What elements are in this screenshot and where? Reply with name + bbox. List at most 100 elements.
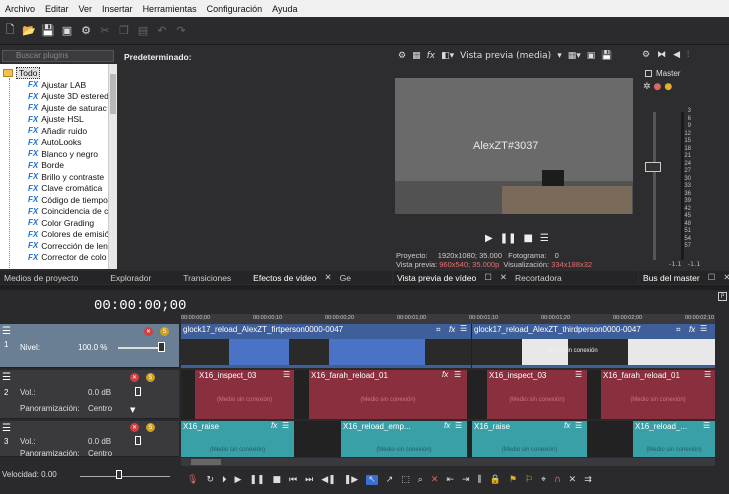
cut-icon[interactable]: ✂ (99, 24, 111, 37)
plugin-item[interactable]: FX Borde (28, 160, 64, 172)
tab-vista-previa[interactable]: Vista previa de vídeo (393, 273, 480, 283)
speed-slider[interactable] (80, 476, 170, 477)
fx-chain-icon[interactable]: ✲ (643, 82, 651, 92)
trim-start-icon[interactable]: ⇤ (446, 475, 454, 485)
speed-slider-handle[interactable] (116, 470, 122, 479)
pause-icon[interactable]: ❚❚ (249, 475, 264, 485)
mute-icon[interactable]: ✕ (130, 373, 139, 382)
selection-tool-icon[interactable]: ⬚ (401, 475, 410, 485)
clip-menu-icon[interactable]: ☰ (575, 421, 582, 430)
scroll-thumb[interactable] (191, 459, 221, 465)
auto-crossfade-icon[interactable]: ✕ (569, 475, 577, 485)
clip-menu-icon[interactable]: ☰ (282, 421, 289, 430)
plugin-item[interactable]: FX Color Grading (28, 217, 94, 229)
envelope-tool-icon[interactable]: ↗ (386, 475, 394, 485)
snapping-icon[interactable]: ⌖ (541, 475, 546, 485)
maximize-icon[interactable]: ☐ (704, 272, 720, 283)
split-screen-icon[interactable]: ◧▾ (441, 51, 454, 61)
timeline-scrollbar[interactable] (181, 458, 715, 466)
plugin-search-input[interactable]: Buscar plugins (2, 50, 114, 62)
clip-menu-icon[interactable]: ☰ (700, 324, 707, 333)
split-icon[interactable]: ⫼ (477, 475, 481, 485)
menu-configuracion[interactable]: Configuración (202, 4, 268, 14)
plugin-item[interactable]: FX Ajuste HSL (28, 114, 84, 126)
redo-icon[interactable]: ↷ (175, 24, 187, 37)
tab-recortadora[interactable]: Recortadora (511, 273, 566, 283)
audio-clip[interactable]: X16_reload_emp... fx ☰ (Medio sin conexi… (341, 421, 467, 457)
plugin-item[interactable]: FX Corrector de colo (28, 252, 106, 264)
clip-fx-icon[interactable]: fx (444, 421, 450, 430)
preview-settings-icon[interactable]: ⚙ (398, 51, 406, 61)
overlay-grid-icon[interactable]: ▦▾ (568, 51, 581, 61)
pan-slider-handle[interactable]: ▼ (130, 406, 135, 414)
plugin-item[interactable]: FX Coincidencia de co (28, 206, 113, 218)
copy-icon[interactable]: ❐ (118, 24, 130, 37)
tab-close-icon[interactable]: ✕ (496, 272, 511, 283)
audio-clip[interactable]: X16_raise fx ☰ (Medio sin conexión) (181, 421, 294, 457)
audio-clip[interactable]: X16_raise fx ☰ (Medio sin conexión) (472, 421, 587, 457)
region-icon[interactable]: ⚐ (525, 475, 533, 485)
play-icon[interactable]: ▶ (485, 233, 493, 244)
level-slider[interactable] (118, 347, 158, 349)
video-track-header[interactable]: ☰ 1 ✕ S Nivel: 100.0 % (0, 324, 179, 368)
tab-transiciones[interactable]: Transiciones (179, 273, 235, 283)
trim-end-icon[interactable]: ⇥ (462, 475, 470, 485)
master-fader[interactable] (645, 162, 661, 172)
undo-icon[interactable]: ↶ (156, 24, 168, 37)
master-settings-icon[interactable]: ⚙ (642, 50, 650, 60)
mixer-icon[interactable]: ⫶ (687, 50, 689, 60)
solo-icon[interactable]: S (146, 373, 155, 382)
save-icon[interactable]: 💾 (41, 24, 55, 37)
clip-menu-icon[interactable]: ☰ (575, 370, 582, 379)
plugin-item[interactable]: FX Ajuste de saturac (28, 102, 107, 114)
plugin-item[interactable]: FX Blanco y negro (28, 148, 98, 160)
solo-icon[interactable]: ● (664, 82, 672, 92)
stop-icon[interactable]: ■ (523, 233, 532, 244)
audio-clip[interactable]: X16_inspect_03 ☰ (Medio sin conexión) (195, 370, 294, 419)
previous-frame-icon[interactable]: ◀❚ (321, 475, 335, 485)
play-icon[interactable]: ▶ (235, 475, 242, 485)
clip-fx-icon[interactable]: fx (689, 325, 695, 334)
timeline-ruler[interactable]: 00:00:00;00 00:00:00;10 00:00:00;20 00:0… (181, 314, 715, 324)
plugin-scrollbar[interactable] (108, 64, 117, 269)
plugin-item[interactable]: FX Añadir ruido (28, 125, 87, 137)
menu-archivo[interactable]: Archivo (0, 4, 40, 14)
tab-medios-proyecto[interactable]: Medios de proyecto (0, 273, 82, 283)
scroll-thumb[interactable] (110, 74, 116, 114)
menu-icon[interactable]: ☰ (540, 233, 549, 244)
volume-slider-handle[interactable] (135, 387, 141, 396)
level-slider-handle[interactable] (158, 342, 165, 352)
tree-root[interactable]: Todo (3, 66, 41, 79)
clip-menu-icon[interactable]: ☰ (704, 370, 711, 379)
track-menu-icon[interactable]: ☰ (2, 372, 11, 383)
marker-icon[interactable]: ⚑ (509, 475, 517, 485)
tab-explorador[interactable]: Explorador (106, 273, 155, 283)
plugin-item[interactable]: FX Corrección de lent (28, 240, 110, 252)
edit-tool-icon[interactable]: ↖ (366, 475, 378, 485)
audio-clip[interactable]: X16_farah_reload_01 ☰ (Medio sin conexió… (601, 370, 715, 419)
clip-fx-icon[interactable]: fx (449, 325, 455, 334)
render-icon[interactable]: ▣ (61, 24, 73, 37)
tab-generadores[interactable]: Ge (336, 273, 355, 283)
mute-icon[interactable]: ● (654, 82, 662, 92)
clip-fx-icon[interactable]: fx (564, 421, 570, 430)
clip-menu-icon[interactable]: ☰ (703, 421, 710, 430)
plugin-item[interactable]: FX Ajuste 3D estered (28, 91, 109, 103)
chevron-down-icon[interactable]: ▾ (557, 51, 562, 61)
menu-herramientas[interactable]: Herramientas (138, 4, 202, 14)
plugin-item[interactable]: FX Brillo y contraste (28, 171, 104, 183)
record-icon[interactable]: 🎙 (187, 475, 198, 485)
plugin-item[interactable]: FX Clave cromática (28, 183, 102, 195)
menu-editar[interactable]: Editar (40, 4, 74, 14)
audio-clip[interactable]: X16_inspect_03 ☰ (Medio sin conexión) (487, 370, 587, 419)
loop-icon[interactable]: ↻ (206, 475, 214, 485)
menu-ayuda[interactable]: Ayuda (267, 4, 302, 14)
solo-icon[interactable]: S (160, 327, 169, 336)
copy-snapshot-icon[interactable]: ▣ (587, 51, 596, 61)
plugin-item[interactable]: FX AutoLooks (28, 137, 81, 149)
plugin-item[interactable]: FX Código de tiempo (28, 194, 108, 206)
tab-close-icon[interactable]: ✕ (719, 272, 729, 283)
audio-clip[interactable]: X16_reload_... ☰ (Medio sin conexión) (633, 421, 715, 457)
magnet-icon[interactable]: ∩ (554, 475, 561, 485)
downmix-icon[interactable]: ⧓ (657, 50, 666, 60)
